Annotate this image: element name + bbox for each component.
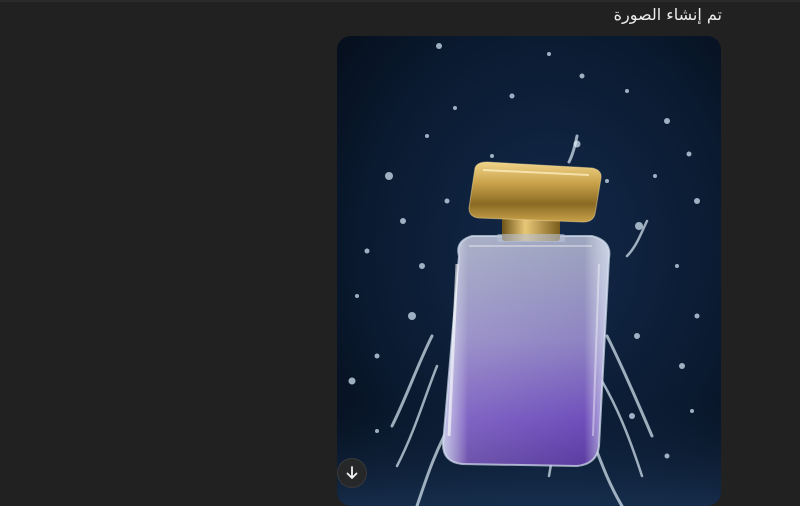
- arrow-down-icon: [346, 466, 358, 479]
- top-divider: [0, 0, 800, 2]
- perfume-illustration: [337, 36, 721, 506]
- image-status-caption: تم إنشاء الصورة: [613, 5, 722, 24]
- download-button[interactable]: [337, 458, 367, 488]
- generated-image[interactable]: [337, 36, 721, 506]
